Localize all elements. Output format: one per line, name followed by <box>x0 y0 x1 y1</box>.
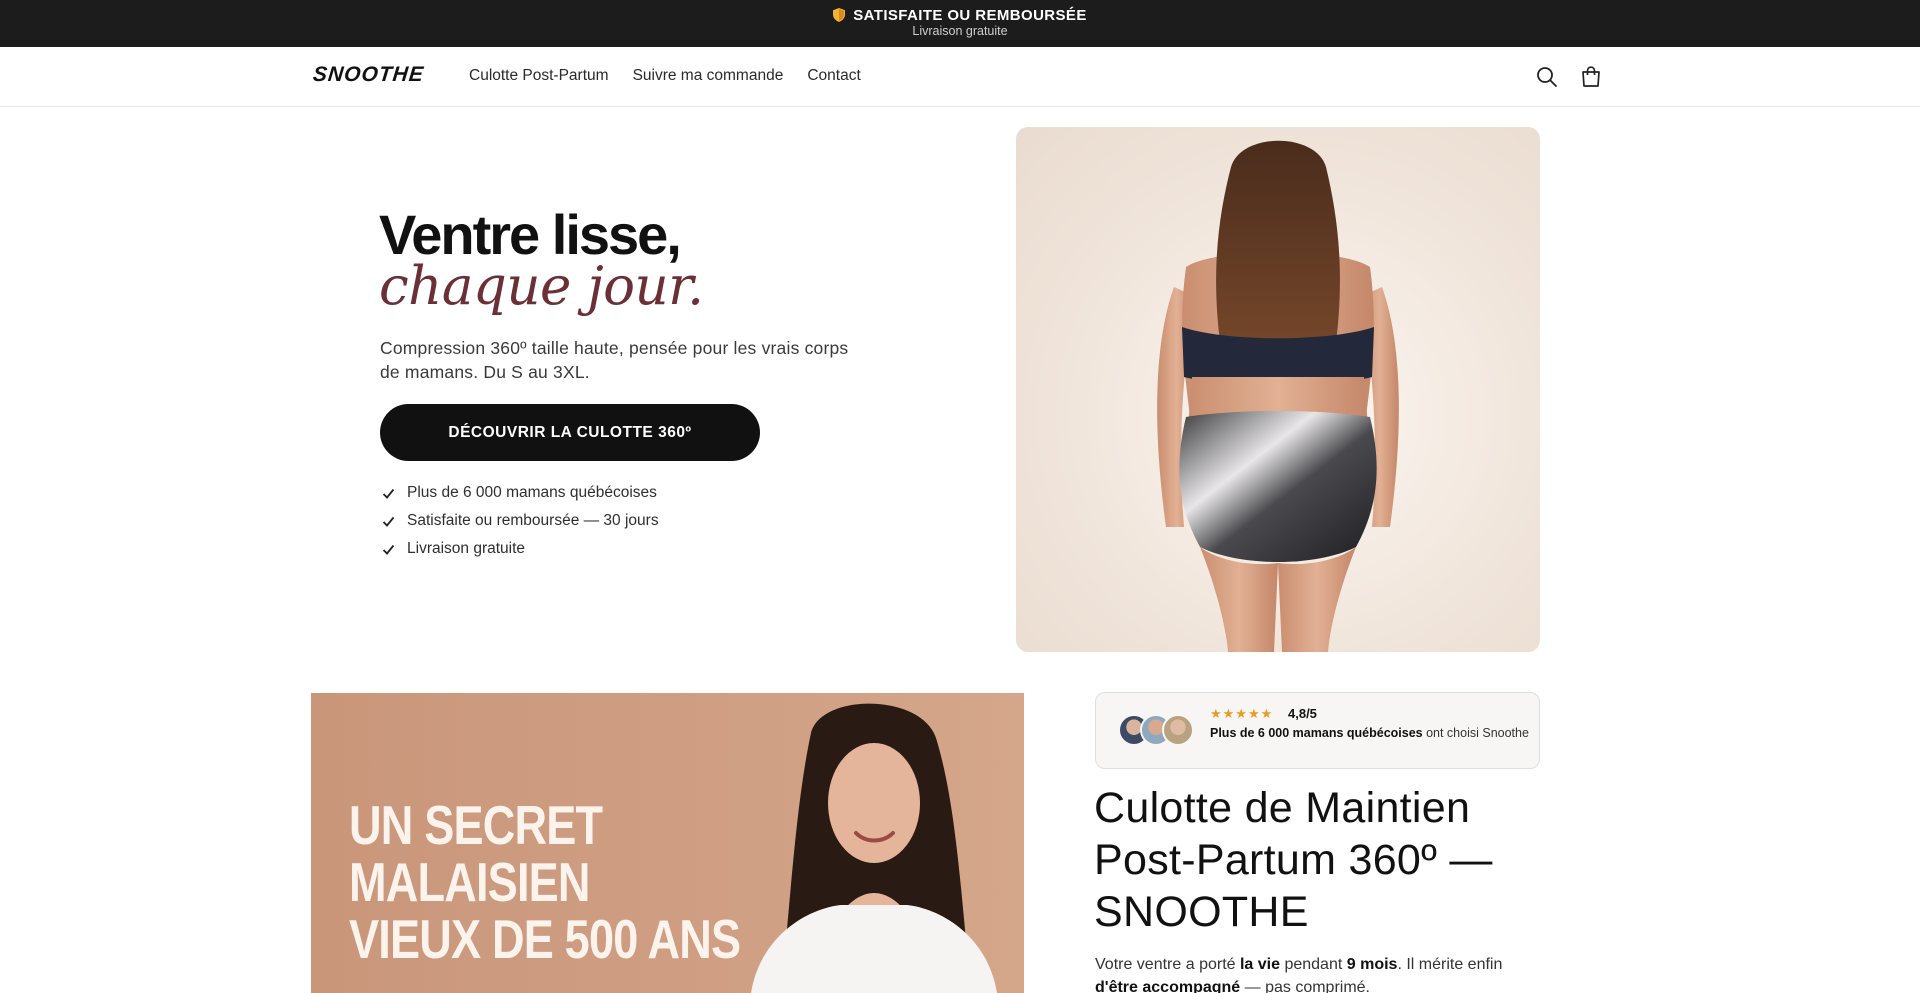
hero-benefits-list: Plus de 6 000 mamans québécoises Satisfa… <box>380 479 659 563</box>
model-back-illustration <box>1157 140 1399 652</box>
benefit-text: Satisfaite ou remboursée — 30 jours <box>407 512 659 529</box>
desc-text: Votre ventre a porté <box>1095 956 1240 973</box>
announcement-subtitle: Livraison gratuite <box>912 24 1008 38</box>
promo-line: VIEUX DE 500 ANS <box>349 908 741 970</box>
product-title: Culotte de Maintien Post-Partum 360º — S… <box>1094 784 1493 936</box>
nav-item-contact[interactable]: Contact <box>807 67 860 85</box>
desc-text: pendant <box>1280 956 1347 973</box>
brand-logo[interactable]: SNOOTHE <box>312 63 425 87</box>
nav-item-suivre-commande[interactable]: Suivre ma commande <box>633 67 784 85</box>
discover-culotte-button[interactable]: DÉCOUVRIR LA CULOTTE 360º <box>380 404 760 461</box>
model-portrait-illustration <box>751 703 997 993</box>
announcement-bar: SATISFAITE OU REMBOURSÉE Livraison gratu… <box>0 0 1920 47</box>
announcement-title: SATISFAITE OU REMBOURSÉE <box>853 7 1087 24</box>
promo-banner-image: UN SECRET MALAISIEN VIEUX DE 500 ANS <box>311 693 1024 993</box>
promo-headline: UN SECRET MALAISIEN VIEUX DE 500 ANS <box>349 794 741 970</box>
rating-stars: ★★★★★ <box>1210 706 1274 721</box>
benefit-text: Plus de 6 000 mamans québécoises <box>407 484 657 501</box>
nav-item-culotte-post-partum[interactable]: Culotte Post-Partum <box>469 67 609 85</box>
check-icon <box>382 488 395 499</box>
desc-text: . Il mérite enfin <box>1397 956 1503 973</box>
promo-line: UN SECRET <box>349 794 603 856</box>
cart-icon[interactable] <box>1578 64 1604 90</box>
rating-value: 4,8/5 <box>1288 706 1317 721</box>
hero-product-image <box>1016 127 1540 652</box>
desc-bold: 9 mois <box>1346 956 1398 973</box>
shield-icon <box>833 8 846 22</box>
check-icon <box>382 544 395 555</box>
list-item: Satisfaite ou remboursée — 30 jours <box>380 507 659 535</box>
site-header: SNOOTHE Culotte Post-Partum Suivre ma co… <box>0 47 1920 107</box>
list-item: Livraison gratuite <box>380 535 659 563</box>
product-description: Votre ventre a porté la vie pendant 9 mo… <box>1095 953 1535 993</box>
main-nav: Culotte Post-Partum Suivre ma commande C… <box>469 67 861 85</box>
check-icon <box>382 516 395 527</box>
customer-avatars <box>1118 714 1198 748</box>
benefit-text: Livraison gratuite <box>407 540 526 557</box>
promo-line: MALAISIEN <box>349 851 590 913</box>
social-proof-rest: ont choisi Snoothe <box>1422 726 1529 740</box>
desc-text: — pas comprimé. <box>1240 979 1370 993</box>
hero-subtitle: Compression 360º taille haute, pensée po… <box>380 338 849 382</box>
social-proof-bold: Plus de 6 000 mamans québécoises <box>1210 726 1423 740</box>
social-proof-card: ★★★★★ 4,8/5 Plus de 6 000 mamans québéco… <box>1095 692 1540 769</box>
desc-bold: la vie <box>1239 956 1281 973</box>
hero-title-line2: chaque jour. <box>379 256 704 317</box>
social-proof-text: Plus de 6 000 mamans québécoises ont cho… <box>1210 725 1530 742</box>
announcement-title-row: SATISFAITE OU REMBOURSÉE <box>0 7 1920 24</box>
search-icon[interactable] <box>1534 64 1560 90</box>
list-item: Plus de 6 000 mamans québécoises <box>380 479 659 507</box>
desc-bold: d'être accompagné <box>1095 979 1241 993</box>
avatar <box>1162 714 1194 746</box>
